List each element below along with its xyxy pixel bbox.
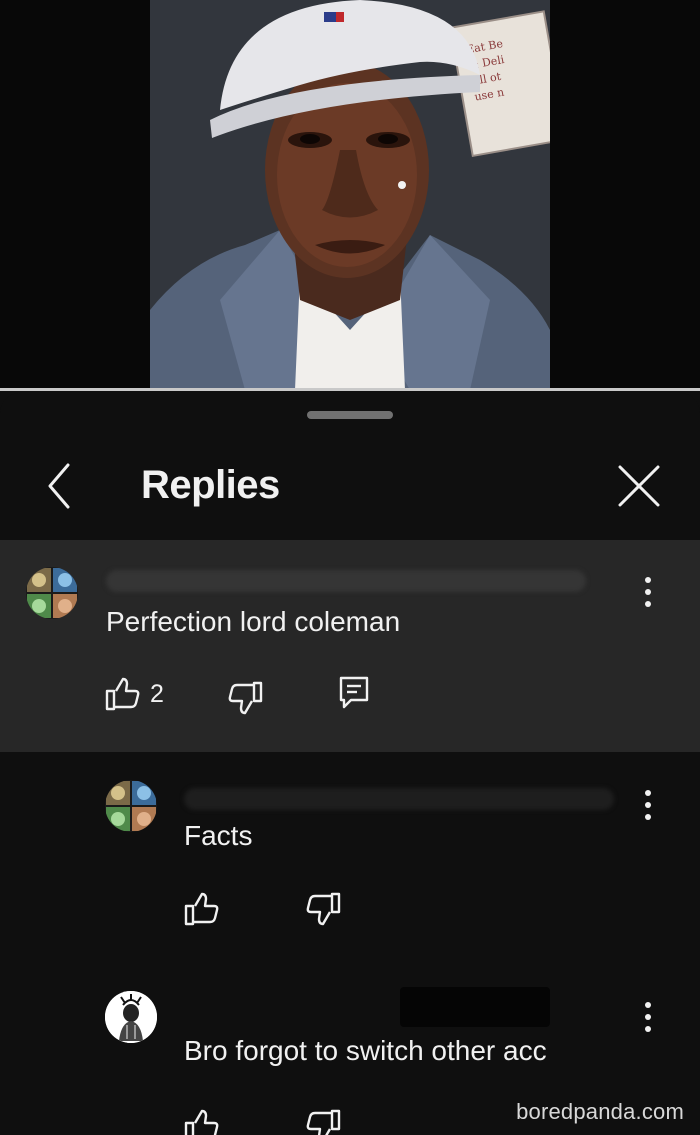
- avatar[interactable]: [26, 567, 78, 619]
- page-title: Replies: [141, 463, 280, 507]
- thumbs-down-icon: [306, 1109, 341, 1135]
- author-name-redacted[interactable]: [400, 987, 550, 1027]
- sheet-edge-divider: [0, 388, 700, 391]
- quadrant-avatar-icon: [105, 780, 157, 832]
- watermark: boredpanda.com: [516, 1099, 684, 1124]
- thumbs-up-icon: [184, 892, 219, 926]
- like-button[interactable]: [183, 891, 219, 927]
- thumbs-up-icon: [184, 1109, 219, 1135]
- more-vertical-icon: [645, 790, 651, 820]
- dislike-button[interactable]: [228, 680, 264, 716]
- like-button[interactable]: [183, 1108, 219, 1135]
- author-name-redacted[interactable]: [106, 570, 586, 592]
- thumbs-down-icon: [306, 892, 341, 926]
- back-button[interactable]: [38, 461, 82, 511]
- more-options-button[interactable]: [633, 997, 663, 1037]
- comment-text: Facts: [184, 820, 253, 851]
- comment-item: Perfection lord coleman 2: [0, 540, 700, 752]
- avatar[interactable]: [105, 780, 157, 832]
- dislike-button[interactable]: [306, 1108, 342, 1135]
- avatar[interactable]: [105, 991, 157, 1043]
- drag-handle[interactable]: [307, 411, 393, 419]
- quadrant-avatar-icon: [26, 567, 78, 619]
- reply-button[interactable]: [336, 674, 372, 710]
- more-options-button[interactable]: [633, 572, 663, 612]
- comment-item: Facts: [0, 758, 700, 963]
- video-thumbnail: Eat Be & Deli All ot use n: [150, 0, 550, 390]
- close-button[interactable]: [612, 459, 666, 513]
- more-vertical-icon: [645, 577, 651, 607]
- replies-sheet: Replies Perfection lord coleman 2 Facts …: [0, 393, 700, 1135]
- more-options-button[interactable]: [633, 785, 663, 825]
- like-count: 2: [150, 680, 164, 708]
- reply-comment-icon: [339, 676, 369, 709]
- author-name-redacted[interactable]: [184, 788, 614, 810]
- close-icon: [618, 465, 660, 507]
- thumbs-up-icon: [105, 677, 140, 711]
- sketch-avatar-icon: [105, 991, 157, 1043]
- chevron-left-icon: [48, 463, 70, 509]
- sheet-header: Replies: [0, 433, 700, 578]
- comment-text: Perfection lord coleman: [106, 606, 401, 637]
- video-player[interactable]: Eat Be & Deli All ot use n: [0, 0, 700, 390]
- dislike-button[interactable]: [306, 891, 342, 927]
- thumbs-down-icon: [228, 681, 263, 715]
- more-vertical-icon: [645, 1002, 651, 1032]
- like-button[interactable]: [104, 676, 140, 712]
- comment-text: Bro forgot to switch other acc: [184, 1035, 547, 1066]
